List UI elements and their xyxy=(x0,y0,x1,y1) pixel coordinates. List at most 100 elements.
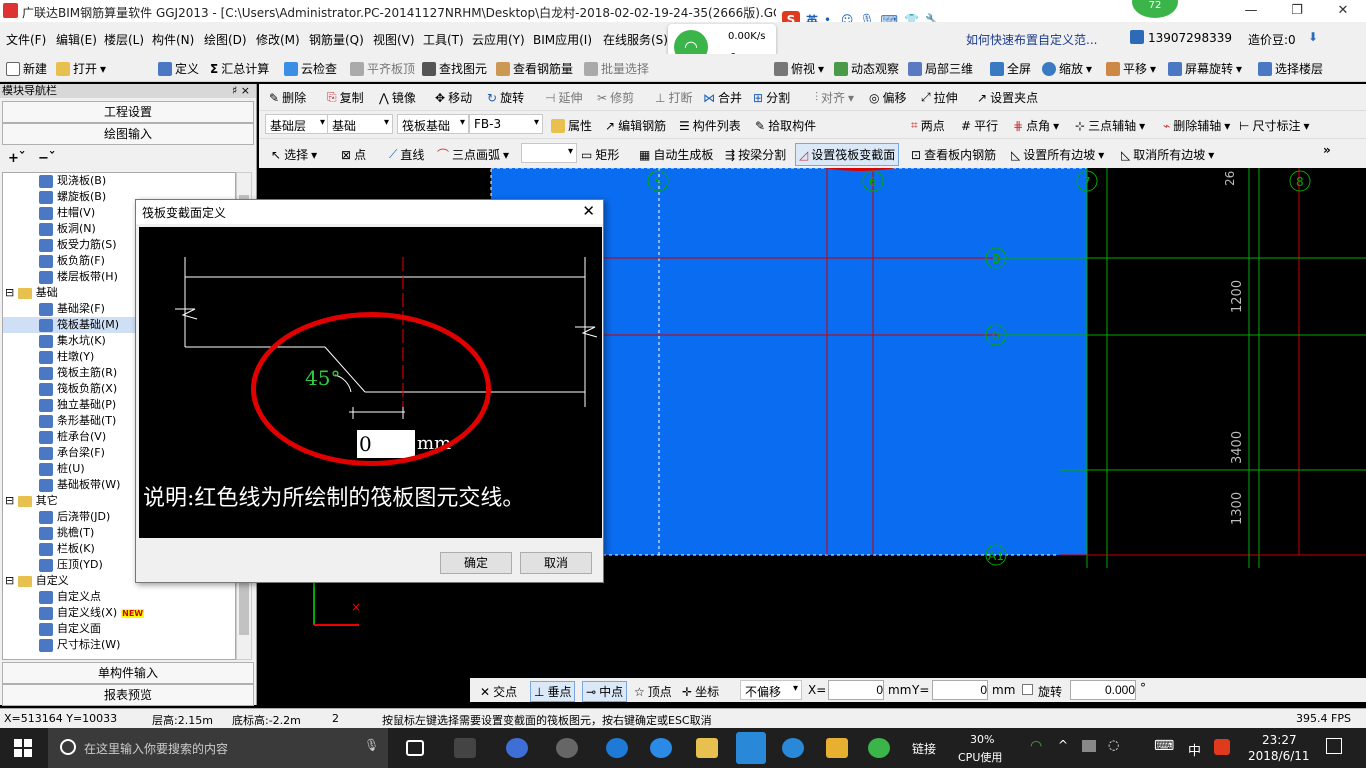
floor-select[interactable]: 基础层 xyxy=(265,114,329,134)
rotate-checkbox[interactable] xyxy=(1022,684,1033,695)
user-phone[interactable]: 13907298339 xyxy=(1148,31,1232,45)
collapse-icon[interactable]: ⊟ xyxy=(5,286,18,299)
sogou-tray-icon[interactable] xyxy=(1214,739,1230,755)
split-button[interactable]: ⊞ 分割 xyxy=(753,89,790,106)
edit-rebar-button[interactable]: ↗ 编辑钢筋 xyxy=(605,117,666,134)
snap-midpoint-button[interactable]: ⊸ 中点 xyxy=(582,681,628,702)
price-label[interactable]: 造价豆:0 xyxy=(1248,31,1296,48)
merge-button[interactable]: ⋈ 合并 xyxy=(703,89,742,106)
notification-icon[interactable] xyxy=(1326,738,1342,754)
auto-generate-slab-button[interactable]: ▦ 自动生成板 xyxy=(639,146,713,163)
windows-start-icon[interactable] xyxy=(14,739,32,757)
delete-button[interactable]: ✎ 删除 xyxy=(269,89,306,106)
find-element-button[interactable]: 查找图元 xyxy=(422,60,487,77)
task-view-icon[interactable] xyxy=(406,740,424,756)
ok-button[interactable]: 确定 xyxy=(440,552,512,574)
dialog-close-icon[interactable]: ✕ xyxy=(582,202,595,220)
break-button[interactable]: ⊥ 打断 xyxy=(655,89,692,106)
three-point-axis-button[interactable]: ⊹ 三点辅轴 ▾ xyxy=(1075,117,1145,134)
menu-component[interactable]: 构件(N) xyxy=(152,31,194,48)
x-input[interactable] xyxy=(828,680,884,700)
select-floor-button[interactable]: 选择楼层 xyxy=(1258,60,1323,77)
fullscreen-button[interactable]: 全屏 xyxy=(990,60,1031,77)
snap-vertex-button[interactable]: ☆ 顶点 xyxy=(634,683,672,700)
component-list-button[interactable]: ☰ 构件列表 xyxy=(679,117,741,134)
keyboard-tray-icon[interactable]: ⌨ xyxy=(1154,738,1174,754)
clock-date[interactable]: 2018/6/11 xyxy=(1248,749,1310,763)
set-grip-button[interactable]: ↗ 设置夹点 xyxy=(977,89,1038,106)
mirror-button[interactable]: ⋀ 镜像 xyxy=(379,89,416,106)
copy-button[interactable]: ⎘ 复制 xyxy=(327,89,364,106)
tree-item[interactable]: 尺寸标注(W) xyxy=(3,637,235,653)
toolbar-overflow-icon[interactable]: » xyxy=(1323,143,1331,157)
rectangle-tool-button[interactable]: ▭ 矩形 xyxy=(581,146,619,163)
stretch-button[interactable]: ⤢ 拉伸 xyxy=(921,89,958,106)
move-button[interactable]: ✥ 移动 xyxy=(435,89,472,106)
cloud-check-button[interactable]: 云检查 xyxy=(284,60,337,77)
top-view-button[interactable]: 俯视 ▾ xyxy=(774,60,824,77)
single-component-input-button[interactable]: 单构件输入 xyxy=(2,662,254,684)
menu-modify[interactable]: 修改(M) xyxy=(256,31,300,48)
new-button[interactable]: 新建 xyxy=(6,60,47,77)
delete-aux-axis-button[interactable]: ⌁ 删除辅轴 ▾ xyxy=(1163,117,1230,134)
dimension-button[interactable]: ⊢ 尺寸标注 ▾ xyxy=(1239,117,1310,134)
set-all-slopes-button[interactable]: ◺ 设置所有边坡 ▾ xyxy=(1011,146,1104,163)
report-preview-button[interactable]: 报表预览 xyxy=(2,684,254,706)
tree-item[interactable]: 自定义线(X) NEW xyxy=(3,605,235,621)
cancel-all-slopes-button[interactable]: ◺ 取消所有边坡 ▾ xyxy=(1121,146,1214,163)
file-explorer-icon[interactable] xyxy=(696,738,718,758)
view-rebar-qty-button[interactable]: 查看钢筋量 xyxy=(496,60,573,77)
two-points-button[interactable]: ⌗ 两点 xyxy=(911,117,945,134)
arc-option-select[interactable] xyxy=(521,143,577,163)
menu-floor[interactable]: 楼层(L) xyxy=(104,31,144,48)
tree-item[interactable]: 自定义点 xyxy=(3,589,235,605)
zoom-button[interactable]: 缩放 ▾ xyxy=(1042,60,1092,77)
batch-select-button[interactable]: 批量选择 xyxy=(584,60,649,77)
maximize-button[interactable]: ❐ xyxy=(1274,0,1320,22)
green-app-icon[interactable] xyxy=(868,738,890,758)
menu-cloud[interactable]: 云应用(Y) xyxy=(472,31,525,48)
parallel-button[interactable]: # 平行 xyxy=(961,117,998,134)
menu-draw[interactable]: 绘图(D) xyxy=(204,31,247,48)
ie-browser-icon[interactable] xyxy=(506,738,528,758)
collapse-icon[interactable]: ⊟ xyxy=(5,494,18,507)
screen-rotate-button[interactable]: 屏幕旋转 ▾ xyxy=(1168,60,1242,77)
align-button[interactable]: ⫶ 对齐 ▾ xyxy=(815,89,854,106)
menu-bim[interactable]: BIM应用(I) xyxy=(533,31,592,48)
dynamic-observe-button[interactable]: 动态观察 xyxy=(834,60,899,77)
wifi-tray-icon[interactable]: ◠ xyxy=(1030,738,1042,754)
line-tool-button[interactable]: ⟋ 直线 xyxy=(389,146,424,163)
properties-button[interactable]: 属性 xyxy=(551,117,592,134)
split-by-beam-button[interactable]: ⇶ 按梁分割 xyxy=(725,146,786,163)
collapse-icon[interactable]: ⊟ xyxy=(5,574,18,587)
rotate-input[interactable] xyxy=(1070,680,1136,700)
menu-tools[interactable]: 工具(T) xyxy=(423,31,464,48)
project-settings-button[interactable]: 工程设置 xyxy=(2,101,254,123)
select-tool-button[interactable]: ↖ 选择 ▾ xyxy=(271,146,317,163)
taskbar-search[interactable]: 在这里输入你要搜索的内容 🎙 xyxy=(48,728,388,768)
local-3d-button[interactable]: 局部三维 xyxy=(908,60,973,77)
snap-perpendicular-button[interactable]: ⊥ 垂点 xyxy=(530,681,576,702)
snap-intersection-button[interactable]: ✕ 交点 xyxy=(480,683,517,700)
define-button[interactable]: 定义 xyxy=(158,60,199,77)
snap-coord-button[interactable]: ✛ 坐标 xyxy=(682,683,719,700)
pin-close-icons[interactable]: ♯ × xyxy=(232,84,250,98)
ie-icon[interactable] xyxy=(650,738,672,758)
dropdown-arrow-icon[interactable]: ⬇ xyxy=(1308,30,1318,44)
point-tool-button[interactable]: ⊠ 点 xyxy=(341,146,366,163)
menu-view[interactable]: 视图(V) xyxy=(373,31,415,48)
point-angle-button[interactable]: ⋕ 点角 ▾ xyxy=(1013,117,1059,134)
view-slab-rebar-button[interactable]: ⊡ 查看板内钢筋 xyxy=(911,146,996,163)
tree-item[interactable]: 自定义面 xyxy=(3,621,235,637)
set-raft-variable-section-button[interactable]: ◿ 设置筏板变截面 xyxy=(795,143,900,166)
hint-link[interactable]: 如何快速布置自定义范... xyxy=(966,31,1097,48)
clock-time[interactable]: 23:27 xyxy=(1262,733,1297,747)
mic-icon[interactable]: 🎙 xyxy=(364,738,379,752)
notes-app-icon[interactable] xyxy=(826,738,848,758)
summary-calc-button[interactable]: Σ 汇总计算 xyxy=(210,60,269,77)
glodon-app-icon[interactable] xyxy=(782,738,804,758)
rotate-button[interactable]: ↻ 旋转 xyxy=(487,89,524,106)
fan-app-icon[interactable] xyxy=(454,738,476,758)
cancel-button[interactable]: 取消 xyxy=(520,552,592,574)
badge-circle[interactable]: 72 xyxy=(1132,0,1178,18)
